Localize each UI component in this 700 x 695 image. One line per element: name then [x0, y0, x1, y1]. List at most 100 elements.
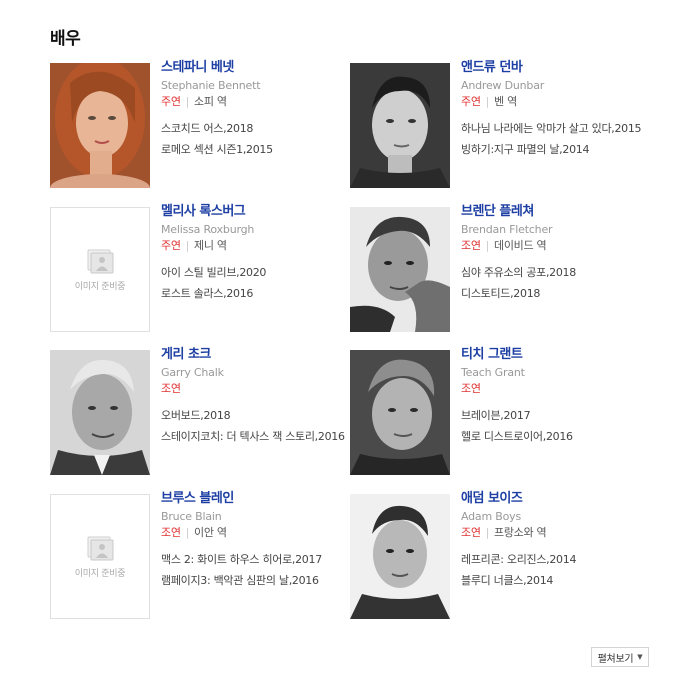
image-placeholder-icon: [87, 536, 114, 561]
actor-name-english: Garry Chalk: [161, 366, 224, 379]
actor-name-korean[interactable]: 브렌단 플레쳐: [461, 203, 651, 221]
work-item[interactable]: 로스트 솔라스,2016: [161, 285, 351, 302]
role-separator: |: [485, 526, 490, 539]
work-item[interactable]: 브레이븐,2017: [461, 407, 651, 424]
actor-photo[interactable]: [350, 63, 450, 188]
actor-info: 브렌단 플레쳐 Brendan Fletcher 조연 | 데이비드 역 심야 주유…: [461, 203, 651, 306]
actor-card: 브렌단 플레쳐 Brendan Fletcher 조연 | 데이비드 역 심야 주유…: [350, 204, 650, 335]
role-name: 소피 역: [194, 95, 227, 108]
actor-info: 게리 초크 Garry Chalk 조연 오버보드,2018 스테이지코치: 더…: [161, 346, 351, 449]
role-line: 주연 | 제니 역: [161, 238, 351, 254]
work-item[interactable]: 블루디 너클스,2014: [461, 572, 651, 589]
role-name: 프랑소와 역: [494, 526, 547, 539]
actor-info: 스테파니 베넷 Stephanie Bennett 주연 | 소피 역 스코치드 어…: [161, 59, 351, 162]
role-type: 조연: [461, 382, 481, 395]
work-item[interactable]: 헬로 디스트로이어,2016: [461, 428, 651, 445]
filmography: 브레이븐,2017 헬로 디스트로이어,2016: [461, 407, 651, 445]
actor-name-korean[interactable]: 애덤 보이즈: [461, 490, 651, 508]
role-separator: |: [185, 526, 190, 539]
actor-name-english: Brendan Fletcher: [461, 223, 553, 236]
role-line: 조연 | 데이비드 역: [461, 238, 651, 254]
actor-info: 애덤 보이즈 Adam Boys 조연 | 프랑소와 역 레프리콘: 오리진스,20…: [461, 490, 651, 593]
role-type: 조연: [161, 526, 181, 539]
actor-name-korean[interactable]: 티치 그랜트: [461, 346, 651, 364]
work-item[interactable]: 맥스 2: 화이트 하우스 히어로,2017: [161, 551, 351, 568]
actor-card: 스테파니 베넷 Stephanie Bennett 주연 | 소피 역 스코치드 어…: [50, 60, 350, 191]
filmography: 하나님 나라에는 악마가 살고 있다,2015 빙하기:지구 파멸의 날,201…: [461, 120, 651, 158]
actor-name-korean[interactable]: 게리 초크: [161, 346, 351, 364]
actor-info: 앤드류 던바 Andrew Dunbar 주연 | 벤 역 하나님 나라에는 악마가…: [461, 59, 651, 162]
actor-card: 게리 초크 Garry Chalk 조연 오버보드,2018 스테이지코치: 더…: [50, 347, 350, 478]
actor-name-english: Bruce Blain: [161, 510, 222, 523]
role-name: 이안 역: [194, 526, 227, 539]
work-item[interactable]: 하나님 나라에는 악마가 살고 있다,2015: [461, 120, 651, 137]
actor-name-english: Melissa Roxburgh: [161, 223, 255, 236]
actor-name-english: Andrew Dunbar: [461, 79, 545, 92]
filmography: 심야 주유소의 공포,2018 디스토티드,2018: [461, 264, 651, 302]
actor-info: 멜리사 록스버그 Melissa Roxburgh 주연 | 제니 역 아이 스틸 …: [161, 203, 351, 306]
actor-photo[interactable]: [50, 350, 150, 475]
actor-name-english: Stephanie Bennett: [161, 79, 261, 92]
role-separator: |: [185, 239, 190, 252]
role-type: 주연: [161, 239, 181, 252]
role-separator: |: [485, 95, 490, 108]
role-line: 조연 | 프랑소와 역: [461, 525, 651, 541]
actor-card: 이미지 준비중 멜리사 록스버그 Melissa Roxburgh 주연 | 제니 …: [50, 204, 350, 335]
expand-button[interactable]: 펼쳐보기 ▼: [591, 647, 649, 667]
actor-name-english: Adam Boys: [461, 510, 521, 523]
role-line: 조연 | 이안 역: [161, 525, 351, 541]
work-item[interactable]: 스코치드 어스,2018: [161, 120, 351, 137]
role-separator: |: [185, 95, 190, 108]
work-item[interactable]: 심야 주유소의 공포,2018: [461, 264, 651, 281]
section-title: 배우: [50, 29, 81, 49]
placeholder-text: 이미지 준비중: [74, 282, 126, 292]
work-item[interactable]: 로메오 섹션 시즌1,2015: [161, 141, 351, 158]
work-item[interactable]: 스테이지코치: 더 텍사스 잭 스토리,2016: [161, 428, 351, 445]
actor-photo[interactable]: [350, 350, 450, 475]
filmography: 맥스 2: 화이트 하우스 히어로,2017 램페이지3: 백악관 심판의 날,…: [161, 551, 351, 589]
filmography: 스코치드 어스,2018 로메오 섹션 시즌1,2015: [161, 120, 351, 158]
role-separator: |: [485, 239, 490, 252]
actor-info: 티치 그랜트 Teach Grant 조연 브레이븐,2017 헬로 디스트로이…: [461, 346, 651, 449]
actor-photo[interactable]: [350, 207, 450, 332]
filmography: 오버보드,2018 스테이지코치: 더 텍사스 잭 스토리,2016: [161, 407, 351, 445]
work-item[interactable]: 빙하기:지구 파멸의 날,2014: [461, 141, 651, 158]
role-line: 조연: [461, 381, 651, 397]
role-line: 조연: [161, 381, 351, 397]
work-item[interactable]: 오버보드,2018: [161, 407, 351, 424]
role-type: 주연: [461, 95, 481, 108]
actor-photo[interactable]: [50, 63, 150, 188]
role-name: 제니 역: [194, 239, 227, 252]
role-line: 주연 | 벤 역: [461, 94, 651, 110]
role-name: 벤 역: [494, 95, 517, 108]
actor-card: 이미지 준비중 브루스 블레인 Bruce Blain 조연 | 이안 역 맥스 2…: [50, 491, 350, 622]
role-type: 조연: [461, 239, 481, 252]
placeholder-text: 이미지 준비중: [74, 569, 126, 579]
role-line: 주연 | 소피 역: [161, 94, 351, 110]
role-type: 주연: [161, 95, 181, 108]
work-item[interactable]: 디스토티드,2018: [461, 285, 651, 302]
actor-card: 티치 그랜트 Teach Grant 조연 브레이븐,2017 헬로 디스트로이…: [350, 347, 650, 478]
work-item[interactable]: 램페이지3: 백악관 심판의 날,2016: [161, 572, 351, 589]
actor-name-korean[interactable]: 브루스 블레인: [161, 490, 351, 508]
role-name: 데이비드 역: [494, 239, 547, 252]
expand-button-label: 펼쳐보기: [597, 653, 634, 665]
actor-name-korean[interactable]: 스테파니 베넷: [161, 59, 351, 77]
actor-name-korean[interactable]: 멜리사 록스버그: [161, 203, 351, 221]
role-type: 조연: [461, 526, 481, 539]
filmography: 아이 스틸 빌리브,2020 로스트 솔라스,2016: [161, 264, 351, 302]
actor-info: 브루스 블레인 Bruce Blain 조연 | 이안 역 맥스 2: 화이트 하우…: [161, 490, 351, 593]
actor-name-english: Teach Grant: [461, 366, 525, 379]
work-item[interactable]: 아이 스틸 빌리브,2020: [161, 264, 351, 281]
actor-card: 애덤 보이즈 Adam Boys 조연 | 프랑소와 역 레프리콘: 오리진스,20…: [350, 491, 650, 622]
actor-name-korean[interactable]: 앤드류 던바: [461, 59, 651, 77]
role-type: 조연: [161, 382, 181, 395]
actor-card: 앤드류 던바 Andrew Dunbar 주연 | 벤 역 하나님 나라에는 악마가…: [350, 60, 650, 191]
caret-down-icon: ▼: [637, 653, 643, 661]
filmography: 레프리콘: 오리진스,2014 블루디 너클스,2014: [461, 551, 651, 589]
actor-photo-placeholder[interactable]: 이미지 준비중: [50, 207, 150, 332]
actor-photo-placeholder[interactable]: 이미지 준비중: [50, 494, 150, 619]
actor-photo[interactable]: [350, 494, 450, 619]
image-placeholder-icon: [87, 249, 114, 274]
work-item[interactable]: 레프리콘: 오리진스,2014: [461, 551, 651, 568]
